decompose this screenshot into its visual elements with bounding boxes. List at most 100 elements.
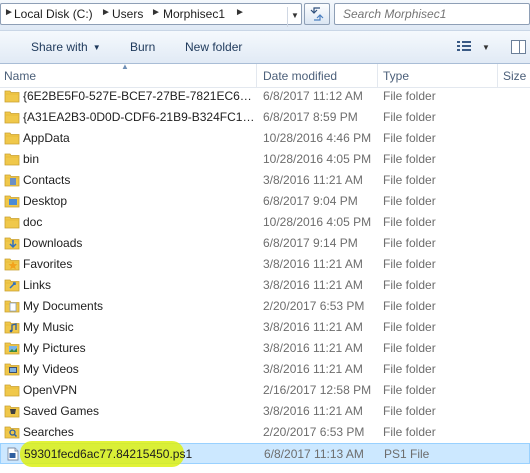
pictures-folder-icon xyxy=(4,341,20,355)
file-row[interactable]: My Documents 2/20/2017 6:53 PM File folder xyxy=(0,296,530,317)
breadcrumb-users[interactable]: Users xyxy=(112,7,143,21)
address-bar[interactable]: ► Local Disk (C:) ► Users ► Morphisec1 ►… xyxy=(0,3,302,27)
chevron-right-icon[interactable]: ► xyxy=(151,7,161,18)
file-type: File folder xyxy=(383,320,436,334)
file-type: PS1 File xyxy=(384,447,430,461)
file-type: File folder xyxy=(383,257,436,271)
file-type: File folder xyxy=(383,194,436,208)
file-type: File folder xyxy=(383,299,436,313)
chevron-right-icon[interactable]: ► xyxy=(101,7,111,18)
file-row[interactable]: Saved Games 3/8/2016 11:21 AM File folder xyxy=(0,401,530,422)
file-name: Links xyxy=(23,278,52,292)
command-toolbar: Share with ▼ Burn New folder ▼ xyxy=(0,30,530,64)
file-name: {A31EA2B3-0D0D-CDF6-21B9-B324FC1B4... xyxy=(23,110,255,124)
date-modified: 6/8/2017 11:13 AM xyxy=(264,447,364,461)
date-modified: 3/8/2016 11:21 AM xyxy=(263,404,363,418)
file-name: Favorites xyxy=(23,257,73,271)
folder-icon xyxy=(4,131,20,145)
file-row[interactable]: Links 3/8/2016 11:21 AM File folder xyxy=(0,275,530,296)
file-name: Desktop xyxy=(23,194,68,208)
chevron-right-icon[interactable]: ► xyxy=(235,7,245,18)
date-modified: 6/8/2017 9:14 PM xyxy=(263,236,358,250)
column-header-date[interactable]: Date modified xyxy=(263,69,337,83)
file-row[interactable]: {6E2BE5F0-527E-BCE7-27BE-7821EC62DB... 6/… xyxy=(0,86,530,107)
search-box[interactable] xyxy=(334,3,530,25)
file-type: File folder xyxy=(383,152,436,166)
file-row[interactable]: Contacts 3/8/2016 11:21 AM File folder xyxy=(0,170,530,191)
file-type: File folder xyxy=(383,173,436,187)
file-row[interactable]: Favorites 3/8/2016 11:21 AM File folder xyxy=(0,254,530,275)
file-row[interactable]: Searches 2/20/2017 6:53 PM File folder xyxy=(0,422,530,443)
file-name: My Videos xyxy=(23,362,79,376)
file-name: bin xyxy=(23,152,40,166)
file-type: File folder xyxy=(383,425,436,439)
breadcrumb-morphisec1[interactable]: Morphisec1 xyxy=(163,7,225,21)
file-row[interactable]: Desktop 6/8/2017 9:04 PM File folder xyxy=(0,191,530,212)
date-modified: 6/8/2017 9:04 PM xyxy=(263,194,358,208)
file-type: File folder xyxy=(383,110,436,124)
refresh-button[interactable] xyxy=(304,3,330,25)
date-modified: 2/20/2017 6:53 PM xyxy=(263,299,365,313)
searches-folder-icon xyxy=(4,425,20,439)
file-name: My Music xyxy=(23,320,74,334)
view-options-button[interactable] xyxy=(456,39,472,56)
preview-pane-icon[interactable] xyxy=(511,40,526,54)
folder-icon xyxy=(4,215,20,229)
file-row[interactable]: bin 10/28/2016 4:05 PM File folder xyxy=(0,149,530,170)
file-type: File folder xyxy=(383,362,436,376)
videos-folder-icon xyxy=(4,362,20,376)
desktop-folder-icon xyxy=(4,194,20,208)
share-with-label: Share with xyxy=(31,40,88,54)
ps1-file-icon xyxy=(5,447,21,461)
file-row[interactable]: 59301fecd6ac77.84215450.ps1 6/8/2017 11:1… xyxy=(0,441,530,467)
date-modified: 6/8/2017 11:12 AM xyxy=(263,89,363,103)
address-history-dropdown[interactable]: ▼ xyxy=(287,7,302,27)
file-row[interactable]: My Pictures 3/8/2016 11:21 AM File folder xyxy=(0,338,530,359)
column-divider[interactable] xyxy=(497,64,498,88)
file-type: File folder xyxy=(383,215,436,229)
file-row[interactable]: My Videos 3/8/2016 11:21 AM File folder xyxy=(0,359,530,380)
share-with-button[interactable]: Share with ▼ xyxy=(31,40,101,54)
date-modified: 3/8/2016 11:21 AM xyxy=(263,362,363,376)
column-header-row: ▲ Name Date modified Type Size xyxy=(0,62,530,88)
file-row[interactable]: doc 10/28/2016 4:05 PM File folder xyxy=(0,212,530,233)
refresh-icon xyxy=(310,7,324,21)
date-modified: 10/28/2016 4:05 PM xyxy=(263,152,372,166)
documents-folder-icon xyxy=(4,299,20,313)
file-name: AppData xyxy=(23,131,70,145)
column-header-size[interactable]: Size xyxy=(503,69,526,83)
column-divider[interactable] xyxy=(256,64,257,88)
date-modified: 3/8/2016 11:21 AM xyxy=(263,173,363,187)
file-row[interactable]: AppData 10/28/2016 4:46 PM File folder xyxy=(0,128,530,149)
view-dropdown-icon[interactable]: ▼ xyxy=(482,43,490,52)
column-header-name[interactable]: Name xyxy=(4,69,36,83)
column-header-type[interactable]: Type xyxy=(383,69,409,83)
file-type: File folder xyxy=(383,131,436,145)
file-name: Searches xyxy=(23,425,74,439)
folder-icon xyxy=(4,152,20,166)
new-folder-button[interactable]: New folder xyxy=(185,40,242,54)
date-modified: 10/28/2016 4:46 PM xyxy=(263,131,372,145)
column-divider[interactable] xyxy=(377,64,378,88)
folder-icon xyxy=(4,110,20,124)
file-row[interactable]: {A31EA2B3-0D0D-CDF6-21B9-B324FC1B4... 6/8… xyxy=(0,107,530,128)
file-row[interactable]: My Music 3/8/2016 11:21 AM File folder xyxy=(0,317,530,338)
favorites-folder-icon xyxy=(4,257,20,271)
chevron-right-icon[interactable]: ► xyxy=(4,7,14,18)
search-input[interactable] xyxy=(343,7,523,21)
file-row[interactable]: Downloads 6/8/2017 9:14 PM File folder xyxy=(0,233,530,254)
date-modified: 3/8/2016 11:21 AM xyxy=(263,278,363,292)
burn-button[interactable]: Burn xyxy=(130,40,155,54)
navigation-bar: ► Local Disk (C:) ► Users ► Morphisec1 ►… xyxy=(0,0,530,30)
links-folder-icon xyxy=(4,278,20,292)
date-modified: 10/28/2016 4:05 PM xyxy=(263,215,372,229)
file-type: File folder xyxy=(383,404,436,418)
file-type: File folder xyxy=(383,341,436,355)
breadcrumb-local-disk[interactable]: Local Disk (C:) xyxy=(14,7,93,21)
file-row[interactable]: OpenVPN 2/16/2017 12:58 PM File folder xyxy=(0,380,530,401)
date-modified: 6/8/2017 8:59 PM xyxy=(263,110,358,124)
date-modified: 2/20/2017 6:53 PM xyxy=(263,425,365,439)
file-name: My Pictures xyxy=(23,341,86,355)
file-name: Saved Games xyxy=(23,404,100,418)
date-modified: 2/16/2017 12:58 PM xyxy=(263,383,372,397)
